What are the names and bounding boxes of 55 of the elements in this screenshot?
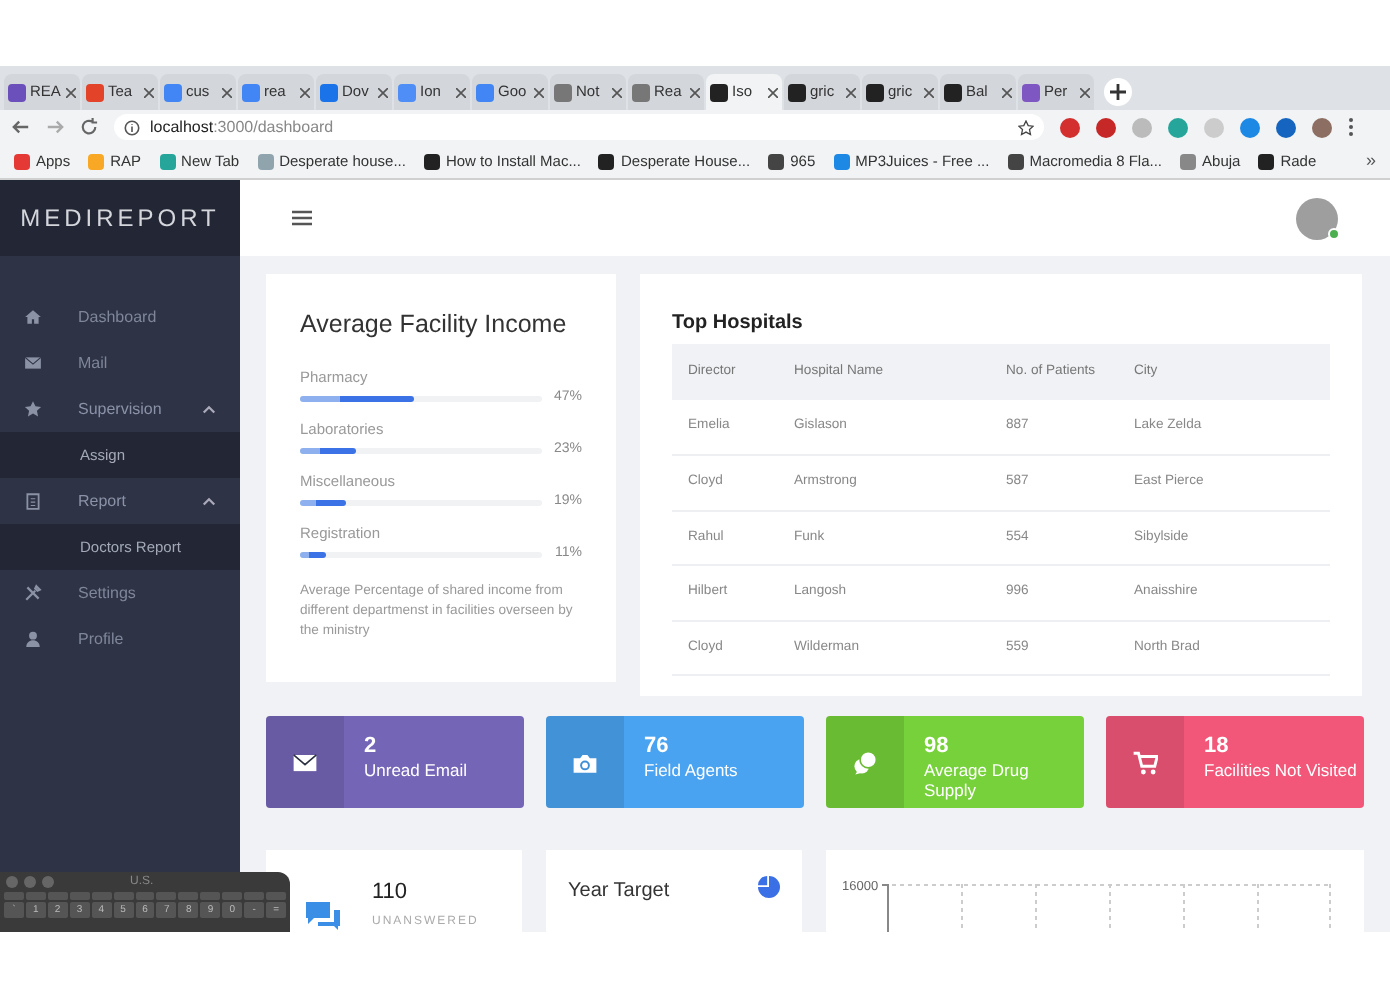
stat-value: 110 [372,878,410,906]
more-bookmarks-button[interactable]: » [1365,147,1376,175]
card-title: Year Target [568,878,670,906]
profile-avatar-icon[interactable] [1312,117,1332,137]
close-icon[interactable] [378,87,388,97]
star-icon [24,400,42,418]
close-icon[interactable] [1002,87,1012,97]
camera-icon [572,749,598,775]
sidebar-item[interactable]: Report [0,478,240,524]
tools-icon [24,584,42,602]
close-icon[interactable] [1080,87,1090,97]
card-title: Average Facility Income [300,308,569,342]
clipboard-icon [24,492,42,510]
close-icon[interactable] [534,87,544,97]
close-icon[interactable] [222,87,232,97]
stat-value: 2 [364,734,379,760]
home-icon [24,308,42,326]
menu-icon[interactable] [292,210,312,226]
online-status-icon [1328,227,1340,239]
brand-logo-text: MEDIREPORT [20,202,220,236]
chat-bubbles-icon [852,749,878,775]
shopping-cart-icon [1132,749,1158,775]
stat-value: 98 [924,734,951,760]
plus-icon [1110,84,1126,100]
user-avatar[interactable] [1296,197,1338,239]
pie-chart-icon [758,876,780,898]
back-arrow-icon[interactable] [12,118,30,136]
more-menu-icon[interactable] [1348,118,1354,136]
mail-icon [24,354,42,372]
sidebar-item[interactable]: Supervision [0,386,240,432]
address-bar[interactable]: localhost:3000/dashboard [114,114,1044,140]
close-icon[interactable] [846,87,856,97]
close-icon[interactable] [612,87,622,97]
stat-value: 76 [644,734,671,760]
url-text: localhost:3000/dashboard [150,115,336,139]
star-icon[interactable] [1018,119,1034,135]
close-icon[interactable] [690,87,700,97]
new-tab-button[interactable] [1104,78,1132,106]
close-icon[interactable] [768,87,778,97]
stat-label: Unread Email [364,760,469,780]
close-icon[interactable] [924,87,934,97]
close-icon[interactable] [300,87,310,97]
close-icon[interactable] [456,87,466,97]
card-title: Top Hospitals [672,310,805,338]
stat-label: Field Agents [644,760,740,780]
chat-icon [306,902,340,930]
info-icon [124,119,140,135]
mail-icon [292,749,318,775]
reload-icon[interactable] [80,118,98,136]
close-icon[interactable] [66,87,76,97]
stat-value: 18 [1204,734,1231,760]
stat-label: Average Drug Supply [924,760,1031,800]
stat-label: Facilities Not Visited [1204,760,1359,780]
close-icon[interactable] [144,87,154,97]
user-icon [24,630,42,648]
